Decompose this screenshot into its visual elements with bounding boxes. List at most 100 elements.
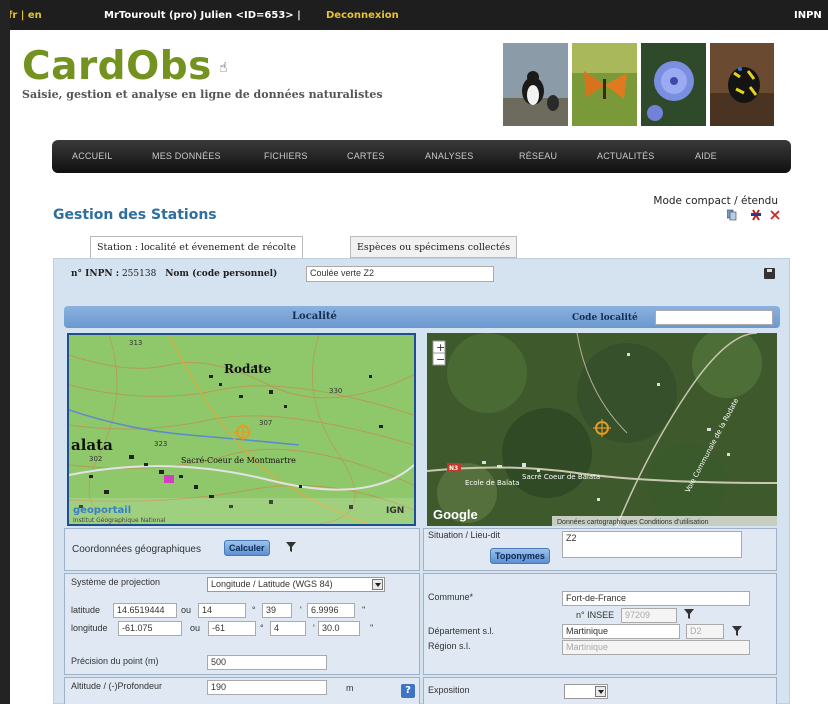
site-logo[interactable]: CardObs [22, 44, 212, 89]
ou-label: ou [190, 623, 201, 633]
latitude-degrees-input[interactable]: 14 [198, 603, 246, 618]
rodate-label: Rodate [224, 362, 272, 376]
nom-label: Nom (code personnel) [165, 269, 278, 279]
nom-input[interactable]: Coulée verte Z2 [306, 266, 494, 282]
sacre-coeur-label: Sacré-Coeur de Montmartre [181, 456, 296, 465]
user-info: MrTouroult (pro) Julien <ID=653> | [104, 10, 301, 21]
save-icon[interactable] [764, 268, 775, 279]
calculer-button[interactable]: Calculer [224, 540, 270, 556]
minute-symbol: ' [300, 605, 302, 615]
second-symbol: '' [370, 623, 374, 633]
latitude-minutes-input[interactable]: 39 [262, 603, 292, 618]
nav-analyses[interactable]: ANALYSES [425, 151, 473, 161]
frog-photo [710, 43, 774, 126]
altitude-input[interactable]: 190 [207, 680, 327, 695]
elevation-307: 307 [259, 419, 272, 427]
situation-textarea[interactable]: Z2 [562, 531, 742, 558]
station-id-row: n° INPN : 255138 Nom (code personnel) [71, 269, 277, 279]
copy-icon[interactable] [726, 209, 737, 221]
commune-label: Commune* [428, 592, 474, 602]
nav-aide[interactable]: AIDE [695, 151, 717, 161]
precision-label: Précision du point (m) [71, 656, 159, 666]
zoom-out-icon[interactable]: − [436, 353, 445, 366]
chevron-down-icon [372, 579, 383, 590]
altitude-label: Altitude / (-)Profondeur [71, 681, 163, 691]
longitude-seconds-input[interactable]: 30.0 [318, 621, 360, 636]
commune-input[interactable]: Fort-de-France [562, 591, 750, 606]
departement-input[interactable]: Martinique [562, 624, 680, 639]
elevation-330: 330 [329, 387, 342, 395]
satellite-map[interactable]: N3 Ecole de Balata Sacré Coeur de Balata… [427, 333, 777, 526]
filter-icon[interactable] [683, 608, 695, 620]
ign-logo: IGN [386, 506, 404, 516]
toponymes-button[interactable]: Toponymes [490, 548, 550, 564]
road-n3-label: N3 [449, 465, 458, 472]
page-actions [726, 208, 789, 225]
map1-source: Institut Géographique National [73, 517, 166, 524]
coords-label: Coordonnées géographiques [72, 544, 201, 555]
logout-link[interactable]: Deconnexion [326, 10, 399, 21]
region-input: Martinique [562, 640, 750, 655]
bird-photo [503, 43, 568, 126]
close-icon[interactable] [770, 210, 780, 220]
latitude-label: latitude [71, 605, 101, 615]
chevron-down-icon [595, 686, 606, 697]
nav-mes-donnees[interactable]: MES DONNÉES [152, 151, 221, 161]
departement-label: Département s.l. [428, 626, 495, 636]
nav-accueil[interactable]: ACCUEIL [72, 151, 112, 161]
map-terms[interactable]: Données cartographiques Conditions d'uti… [557, 519, 709, 526]
insee-label: n° INSEE [576, 610, 615, 620]
top-bar: fr | en MrTouroult (pro) Julien <ID=653>… [0, 0, 828, 30]
second-symbol: '' [362, 605, 366, 615]
filter-icon[interactable] [285, 541, 297, 553]
longitude-label: longitude [71, 623, 108, 633]
tab-station[interactable]: Station : localité et évenement de récol… [90, 236, 304, 259]
tab-especes[interactable]: Espèces ou spécimens collectés [350, 236, 518, 258]
nav-cartes[interactable]: CARTES [347, 151, 385, 161]
left-edge-bar [0, 0, 10, 704]
code-localite-label: Code localité [572, 313, 638, 323]
departement-code-input: D2 [686, 624, 724, 639]
elevation-302: 302 [89, 455, 102, 463]
zoom-control[interactable]: + − [432, 340, 446, 366]
help-button[interactable]: ? [401, 684, 415, 698]
delete-species-icon[interactable] [751, 209, 761, 221]
insee-input: 97209 [621, 608, 677, 623]
geoportail-logo: geoportail [73, 505, 131, 516]
page: fr | en MrTouroult (pro) Julien <ID=653>… [0, 0, 828, 704]
google-logo: Google [433, 507, 478, 522]
precision-input[interactable]: 500 [207, 655, 327, 670]
inpn-label: n° INPN : [71, 269, 120, 279]
longitude-degrees-input[interactable]: -61 [208, 621, 256, 636]
ou-label: ou [181, 605, 192, 615]
main-navigation: ACCUEIL MES DONNÉES FICHIERS CARTES ANAL… [52, 140, 791, 173]
nav-fichiers[interactable]: FICHIERS [264, 151, 308, 161]
alata-label: alata [71, 436, 113, 454]
topo-map[interactable]: Rodate alata Sacré-Coeur de Montmartre 3… [67, 333, 416, 526]
minute-symbol: ' [313, 623, 315, 633]
language-switch[interactable]: fr | en [8, 10, 42, 21]
projection-select[interactable]: Longitude / Latitude (WGS 84) [207, 577, 385, 592]
nav-reseau[interactable]: RÉSEAU [519, 151, 557, 161]
inpn-link[interactable]: INPN [794, 10, 822, 21]
nav-actualites[interactable]: ACTUALITÉS [597, 151, 655, 161]
longitude-decimal-input[interactable]: -61.075 [118, 621, 182, 636]
region-label: Région s.l. [428, 641, 471, 651]
altitude-unit: m [346, 683, 354, 693]
latitude-seconds-input[interactable]: 6.9996 [307, 603, 355, 618]
exposition-select[interactable] [564, 684, 608, 699]
localite-title: Localité [292, 311, 337, 322]
degree-symbol: ° [252, 605, 256, 615]
ecole-balata-label: Ecole de Balata [465, 479, 519, 487]
degree-symbol: ° [260, 623, 264, 633]
display-mode-toggle[interactable]: Mode compact / étendu [653, 195, 778, 207]
filter-icon[interactable] [731, 625, 743, 637]
sacre-coeur-balata-label: Sacré Coeur de Balata [522, 473, 600, 481]
longitude-minutes-input[interactable]: 4 [270, 621, 306, 636]
situation-label: Situation / Lieu-dit [428, 530, 501, 540]
code-localite-input[interactable] [655, 310, 773, 325]
page-title: Gestion des Stations [53, 207, 217, 223]
elevation-323: 323 [154, 440, 167, 448]
latitude-decimal-input[interactable]: 14.6519444 [113, 603, 177, 618]
hand-cursor-icon: ☝ [219, 60, 228, 76]
